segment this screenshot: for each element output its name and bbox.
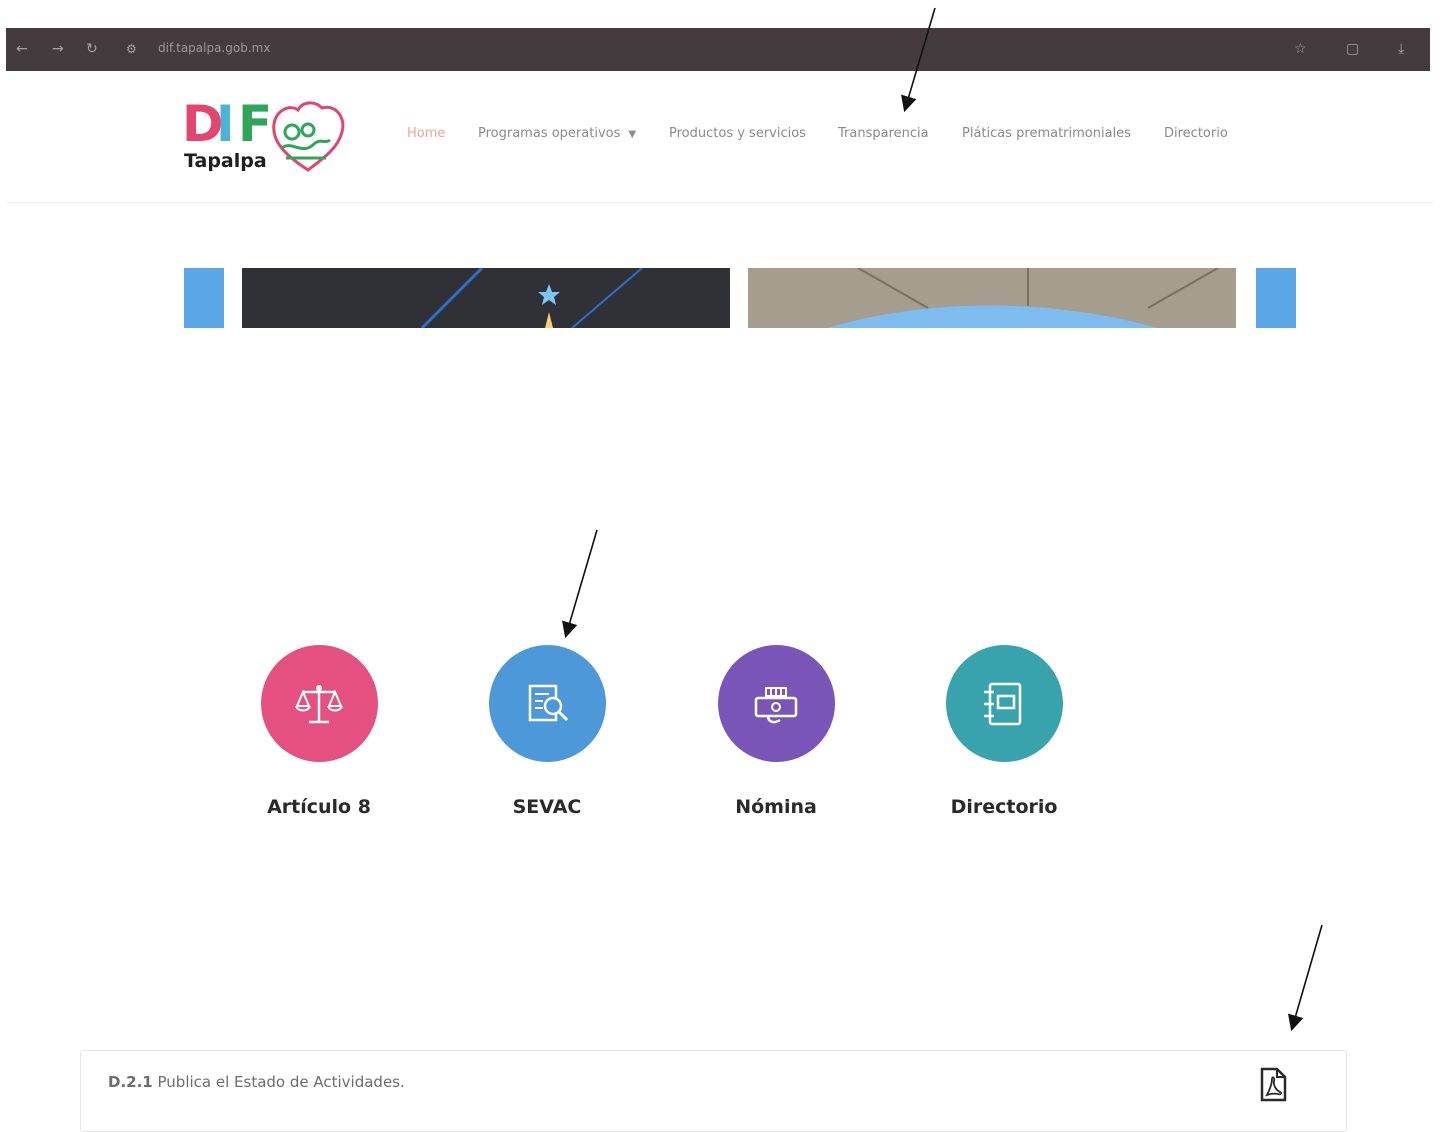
arrow-left-icon[interactable]: ← — [16, 39, 28, 59]
card-articulo-8[interactable]: Artículo 8 — [219, 645, 419, 818]
header-divider — [6, 202, 1434, 203]
payroll-hand-icon[interactable] — [717, 645, 835, 762]
nav-transparencia[interactable]: Transparencia — [838, 126, 929, 141]
document-code: D.2.1 — [108, 1073, 153, 1091]
logo-letter-i: I — [216, 95, 235, 153]
carousel-slide-left-edge[interactable] — [184, 268, 224, 328]
annotation-arrow — [1287, 924, 1323, 1032]
card-nomina[interactable]: Nómina — [676, 645, 876, 818]
carousel-slide[interactable] — [242, 268, 730, 328]
card-label: Directorio — [950, 796, 1058, 818]
puzzle-icon[interactable]: ▢ — [1346, 39, 1359, 59]
browser-toolbar: ← → ↻ ⚙ dif.tapalpa.gob.mx ☆ ▢ ⤓ — [6, 28, 1430, 71]
reload-icon[interactable]: ↻ — [86, 39, 98, 59]
nav-platicas-prematrimoniales[interactable]: Pláticas prematrimoniales — [962, 126, 1131, 141]
nav-productos-servicios[interactable]: Productos y servicios — [669, 126, 806, 141]
carousel-slide-right-edge[interactable] — [1256, 268, 1296, 328]
download-icon[interactable]: ⤓ — [1398, 39, 1404, 59]
url-bar[interactable]: dif.tapalpa.gob.mx — [158, 41, 270, 55]
site-settings-icon[interactable]: ⚙ — [126, 39, 137, 59]
card-label: Artículo 8 — [267, 796, 371, 818]
document-search-icon[interactable] — [488, 645, 606, 762]
nav-programas-label: Programas operativos — [478, 126, 621, 141]
star-icon[interactable]: ☆ — [1294, 39, 1307, 59]
pdf-icon[interactable] — [1258, 1067, 1288, 1103]
card-label: Nómina — [735, 796, 817, 818]
annotation-arrow — [562, 529, 598, 639]
chevron-down-icon: ▼ — [628, 129, 637, 140]
scales-icon[interactable] — [260, 645, 378, 762]
carousel-image-stage — [420, 268, 643, 328]
card-label: SEVAC — [512, 796, 582, 818]
arrow-right-icon[interactable]: → — [52, 39, 64, 59]
document-title: Publica el Estado de Actividades. — [157, 1073, 405, 1091]
logo-subtitle: Tapalpa — [184, 150, 267, 172]
document-description: D.2.1 Publica el Estado de Actividades. — [108, 1073, 405, 1091]
notebook-icon[interactable] — [945, 645, 1063, 762]
nav-home[interactable]: Home — [407, 126, 445, 141]
nav-directorio[interactable]: Directorio — [1164, 126, 1228, 141]
card-sevac[interactable]: SEVAC — [447, 645, 647, 818]
carousel-slide[interactable] — [748, 268, 1236, 328]
card-directorio[interactable]: Directorio — [904, 645, 1104, 818]
nav-programas-operativos[interactable]: Programas operativos ▼ — [478, 126, 636, 141]
site-logo[interactable]: D I F Tapalpa — [180, 96, 350, 178]
carousel-image-tent — [828, 268, 1219, 328]
heart-family-icon — [272, 101, 345, 172]
